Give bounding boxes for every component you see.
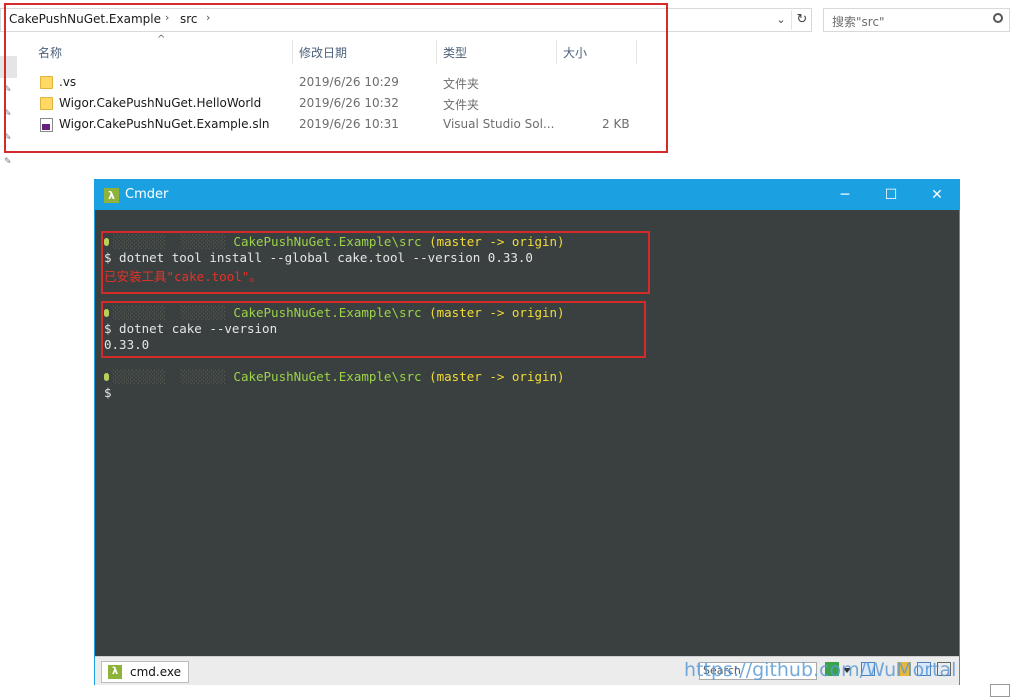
highlight-box <box>101 301 646 358</box>
prompt-line: ░░░░░░░ ░░░░░░ CakePushNuGet.Example\src… <box>104 369 565 384</box>
search-icon <box>993 13 1003 23</box>
prompt-path: CakePushNuGet.Example\src <box>233 369 422 384</box>
title-bar[interactable]: λ Cmder ─ ☐ ✕ <box>95 180 959 210</box>
close-button[interactable]: ✕ <box>914 180 960 210</box>
search-input[interactable]: 搜索"src" <box>823 8 1010 32</box>
pin-icon: ✎ <box>4 157 12 167</box>
terminal-output[interactable]: ░░░░░░░ ░░░░░░ CakePushNuGet.Example\src… <box>95 210 959 656</box>
prompt-branch: (master -> origin) <box>429 369 565 384</box>
window-title: Cmder <box>125 187 169 202</box>
highlight-box <box>101 231 650 294</box>
redacted-user: ░░░░░░░ ░░░░░░ <box>113 369 234 384</box>
chevron-down-icon[interactable]: ⌄ <box>773 11 789 29</box>
maximize-button[interactable]: ☐ <box>868 180 914 210</box>
search-placeholder: 搜索"src" <box>832 15 885 29</box>
cmder-window[interactable]: λ Cmder ─ ☐ ✕ ░░░░░░░ ░░░░░░ CakePushNuG… <box>94 179 960 685</box>
corner-fragment <box>990 684 1010 697</box>
console-tab[interactable]: λ cmd.exe <box>101 661 189 683</box>
tab-label: cmd.exe <box>130 665 182 679</box>
cmder-lambda-icon: λ <box>108 665 122 679</box>
prompt-dot-icon <box>104 373 109 381</box>
cmder-lambda-icon: λ <box>104 188 119 203</box>
highlight-box <box>4 3 668 153</box>
command-line: $ <box>104 385 112 400</box>
watermark: https://github.com/WuMortal <box>684 659 957 681</box>
minimize-button[interactable]: ─ <box>822 180 868 210</box>
refresh-icon[interactable]: ↻ <box>791 10 812 30</box>
